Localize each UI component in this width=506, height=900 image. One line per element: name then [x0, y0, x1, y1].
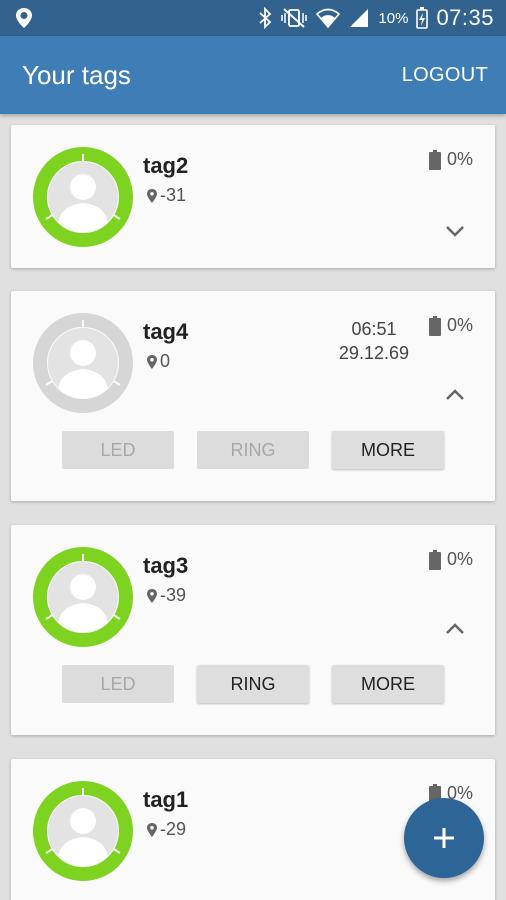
- app-bar: Your tags LOGOUT: [0, 36, 506, 114]
- last-seen: 06:51 29.12.69: [339, 317, 409, 365]
- bluetooth-icon: [259, 7, 272, 29]
- tag-name: tag3: [143, 553, 189, 578]
- avatar: [33, 781, 133, 881]
- chevron-up-icon[interactable]: [443, 621, 467, 637]
- avatar: [33, 547, 133, 647]
- rssi-value: 0: [160, 351, 171, 371]
- battery-value: 0%: [446, 149, 473, 169]
- more-button[interactable]: MORE: [332, 665, 444, 703]
- led-button[interactable]: LED: [62, 431, 174, 469]
- status-bar: 10% 07:35: [0, 0, 506, 36]
- ring-button[interactable]: RING: [197, 665, 309, 703]
- rssi-value: -31: [160, 185, 187, 205]
- add-tag-button[interactable]: [404, 798, 484, 878]
- battery-charging-icon: [416, 7, 429, 29]
- tag-name: tag1: [143, 787, 189, 812]
- tag-battery: 0%: [428, 549, 473, 570]
- location-pin-icon: [147, 588, 157, 603]
- last-seen-date: 29.12.69: [338, 343, 409, 363]
- tag-battery: 0%: [428, 149, 473, 170]
- ring-button[interactable]: RING: [197, 431, 309, 469]
- tag-rssi: -31: [147, 185, 186, 206]
- page-title: Your tags: [22, 60, 131, 90]
- location-pin-icon: [147, 188, 157, 203]
- tag-actions: LED RING MORE: [62, 431, 444, 469]
- battery-icon: [428, 549, 441, 570]
- tag-rssi: -39: [147, 585, 186, 606]
- last-seen-time: 06:51: [351, 319, 397, 339]
- tag-actions: LED RING MORE: [62, 665, 444, 703]
- battery-value: 0%: [446, 549, 473, 569]
- tag-battery: 0%: [428, 315, 473, 336]
- logout-button[interactable]: LOGOUT: [402, 64, 488, 87]
- tag-name: tag4: [143, 319, 189, 344]
- more-button[interactable]: MORE: [332, 431, 444, 469]
- chevron-up-icon[interactable]: [443, 387, 467, 403]
- clock: 07:35: [436, 5, 494, 30]
- chevron-down-icon[interactable]: [443, 223, 467, 239]
- tag-card[interactable]: tag4 0 06:51 29.12.69 0% LED RING MORE: [11, 291, 495, 501]
- battery-icon: [428, 149, 441, 170]
- tag-rssi: 0: [147, 351, 170, 372]
- location-icon: [16, 8, 32, 28]
- location-pin-icon: [147, 822, 157, 837]
- avatar: [33, 313, 133, 413]
- led-button[interactable]: LED: [62, 665, 174, 703]
- rssi-value: -39: [160, 585, 187, 605]
- avatar: [33, 147, 133, 247]
- tag-card[interactable]: tag3 -39 0% LED RING MORE: [11, 525, 495, 735]
- tag-card[interactable]: tag2 -31 0%: [11, 125, 495, 268]
- tag-name: tag2: [143, 153, 189, 178]
- plus-icon: [434, 828, 454, 848]
- battery-value: 0%: [446, 315, 473, 335]
- battery-icon: [428, 315, 441, 336]
- location-pin-icon: [147, 354, 157, 369]
- wifi-icon: [316, 8, 341, 29]
- battery-percent: 10%: [378, 9, 409, 27]
- rssi-value: -29: [160, 819, 187, 839]
- signal-icon: [350, 9, 369, 27]
- tag-rssi: -29: [147, 819, 186, 840]
- vibrate-mute-icon: [281, 8, 308, 28]
- tag-list: tag2 -31 0% tag4 0 06:51 29.12.69 0% LED…: [0, 114, 506, 900]
